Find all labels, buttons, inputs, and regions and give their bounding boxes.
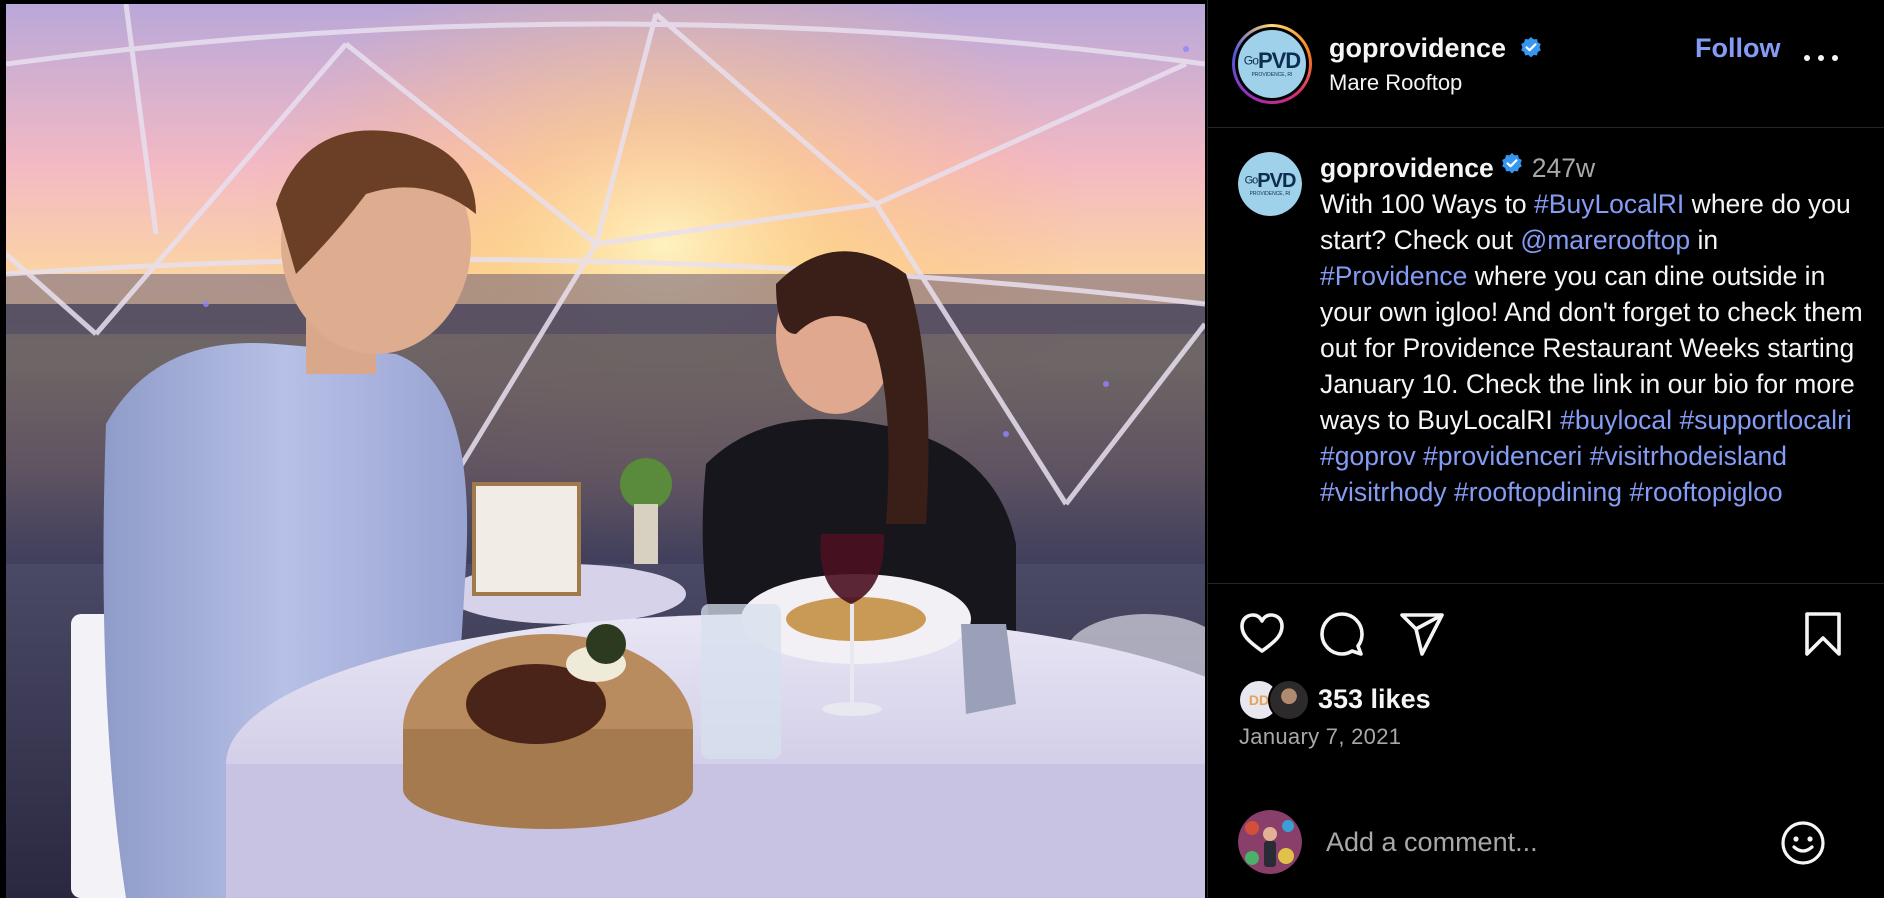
likes-count[interactable]: 353 likes <box>1318 684 1431 715</box>
comment-composer <box>1208 808 1884 878</box>
logo-subtext: PROVIDENCE, RI <box>1249 191 1291 197</box>
liker-avatar <box>1268 679 1310 721</box>
hashtag-link[interactable]: #goprov <box>1320 441 1416 471</box>
more-options-icon[interactable] <box>1804 48 1838 68</box>
hashtag-link[interactable]: #buylocal <box>1560 405 1672 435</box>
action-bar <box>1208 610 1884 666</box>
post-side-panel: GoPVD PROVIDENCE, RI goprovidence Mare R… <box>1207 0 1884 898</box>
caption-text-segment: in <box>1690 225 1719 255</box>
verified-badge-icon <box>1500 149 1524 185</box>
bookmark-icon[interactable] <box>1801 610 1845 663</box>
post-modal: GoPVD PROVIDENCE, RI goprovidence Mare R… <box>0 0 1884 898</box>
post-header: GoPVD PROVIDENCE, RI goprovidence Mare R… <box>1208 0 1884 128</box>
follow-button[interactable]: Follow <box>1695 33 1780 64</box>
logo-go-text: Go <box>1244 174 1259 187</box>
caption-text-segment <box>1447 477 1454 507</box>
logo-pvd-text: PVD <box>1257 48 1301 73</box>
hashtag-link[interactable]: #rooftopigloo <box>1629 477 1782 507</box>
story-ring-avatar[interactable]: GoPVD PROVIDENCE, RI <box>1232 24 1312 104</box>
current-user-avatar <box>1238 810 1302 874</box>
verified-badge-icon <box>1519 36 1543 65</box>
comment-input[interactable] <box>1326 822 1766 862</box>
comment-bubble-icon[interactable] <box>1318 610 1366 663</box>
logo-pvd-text: PVD <box>1257 170 1296 192</box>
hashtag-link[interactable]: #providenceri <box>1423 441 1582 471</box>
hashtag-link[interactable]: #rooftopdining <box>1454 477 1622 507</box>
caption-avatar[interactable]: GoPVD PROVIDENCE, RI <box>1238 152 1302 216</box>
caption-text: With 100 Ways to #BuyLocalRI where do yo… <box>1320 186 1865 510</box>
post-photo[interactable] <box>6 4 1205 898</box>
hashtag-link[interactable]: #supportlocalri <box>1679 405 1851 435</box>
goprovidence-logo: GoPVD PROVIDENCE, RI <box>1238 30 1306 98</box>
goprovidence-logo: GoPVD PROVIDENCE, RI <box>1238 152 1302 216</box>
hashtag-link[interactable]: #visitrhody <box>1320 477 1447 507</box>
caption-text-segment <box>1582 441 1589 471</box>
logo-subtext: PROVIDENCE, RI <box>1251 72 1293 78</box>
caption-text-segment: With 100 Ways to <box>1320 189 1535 219</box>
mention-link[interactable]: @marerooftop <box>1520 225 1690 255</box>
smiley-icon[interactable] <box>1780 820 1826 871</box>
hashtag-link[interactable]: #visitrhodeisland <box>1590 441 1787 471</box>
likes-row[interactable]: DD 353 likes <box>1238 679 1838 721</box>
location-link[interactable]: Mare Rooftop <box>1329 70 1462 96</box>
post-date: January 7, 2021 <box>1239 724 1402 749</box>
logo-go-text: Go <box>1243 53 1259 68</box>
divider <box>1208 583 1884 584</box>
caption-username[interactable]: goprovidence <box>1320 153 1494 183</box>
liker-initials: DD <box>1248 692 1270 708</box>
post-time[interactable]: 247w <box>1532 153 1595 183</box>
heart-icon[interactable] <box>1238 610 1286 663</box>
post-caption: goprovidence 247w With 100 Ways to #BuyLo… <box>1320 150 1865 510</box>
igloo-dinner-photo <box>6 4 1205 898</box>
paper-plane-icon[interactable] <box>1398 610 1446 663</box>
hashtag-link[interactable]: #BuyLocalRI <box>1534 189 1684 219</box>
hashtag-link[interactable]: #Providence <box>1320 261 1467 291</box>
header-username[interactable]: goprovidence <box>1329 33 1506 64</box>
